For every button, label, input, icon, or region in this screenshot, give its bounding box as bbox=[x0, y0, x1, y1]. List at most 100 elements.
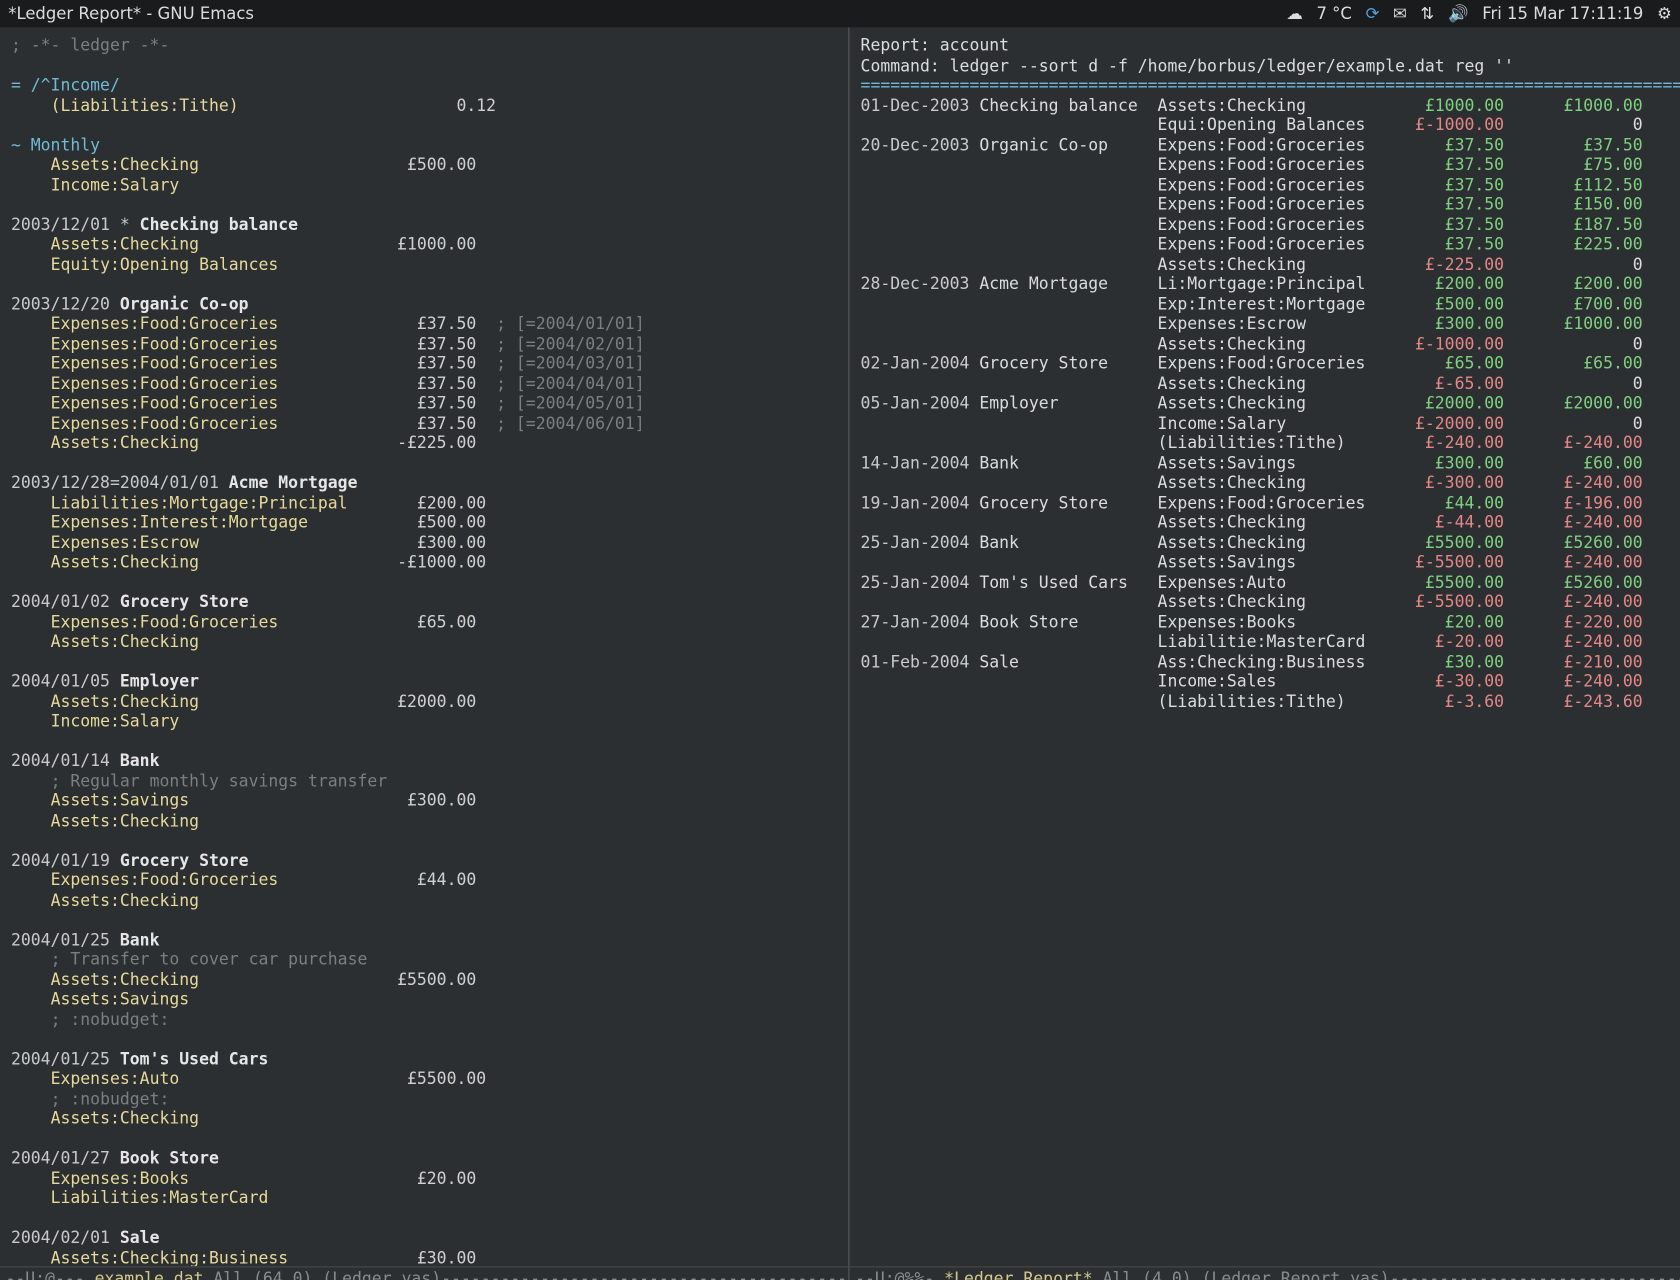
report-line: Exp:Interest:Mortgage £500.00 £700.00 bbox=[861, 294, 1669, 314]
source-line[interactable]: Expenses:Food:Groceries £37.50 ; [=2004/… bbox=[11, 373, 837, 393]
report-line: Expens:Food:Groceries £37.50 £225.00 bbox=[861, 234, 1669, 254]
weather-text: 7 °C bbox=[1316, 4, 1351, 23]
source-line[interactable]: Income:Salary bbox=[11, 711, 837, 731]
source-line[interactable]: 2003/12/28=2004/01/01 Acme Mortgage bbox=[11, 473, 837, 493]
buffer-ledger-report[interactable]: Report: accountCommand: ledger --sort d … bbox=[850, 27, 1680, 711]
modeline-right: --U:@%%- *Ledger Report* All (4,0) (Ledg… bbox=[850, 1266, 1680, 1280]
modeline-dashes: ----------------------------------------… bbox=[441, 1269, 848, 1280]
source-line[interactable]: 2004/01/27 Book Store bbox=[11, 1148, 837, 1168]
source-line[interactable]: 2004/01/05 Employer bbox=[11, 671, 837, 691]
source-line[interactable]: Assets:Savings £300.00 bbox=[11, 791, 837, 811]
report-line: Assets:Checking £-44.00 £-240.00 bbox=[861, 512, 1669, 532]
settings-icon[interactable]: ⚙ bbox=[1657, 4, 1672, 23]
report-line: (Liabilities:Tithe) £-240.00 £-240.00 bbox=[861, 433, 1669, 453]
clock: Fri 15 Mar 17:11:19 bbox=[1482, 4, 1643, 23]
source-line[interactable] bbox=[11, 195, 837, 215]
report-line: Assets:Checking £-5500.00 £-240.00 bbox=[861, 592, 1669, 612]
volume-icon[interactable]: 🔊 bbox=[1448, 4, 1468, 23]
source-line[interactable]: Expenses:Food:Groceries £37.50 ; [=2004/… bbox=[11, 413, 837, 433]
window-title: *Ledger Report* - GNU Emacs bbox=[8, 4, 254, 23]
source-line[interactable]: 2004/01/25 Tom's Used Cars bbox=[11, 1049, 837, 1069]
source-line[interactable] bbox=[11, 1208, 837, 1228]
source-line[interactable]: 2004/01/02 Grocery Store bbox=[11, 592, 837, 612]
source-line[interactable]: Expenses:Auto £5500.00 bbox=[11, 1069, 837, 1089]
source-line[interactable]: Expenses:Escrow £300.00 bbox=[11, 532, 837, 552]
refresh-icon[interactable]: ⟳ bbox=[1366, 4, 1380, 23]
source-line[interactable]: Assets:Checking bbox=[11, 811, 837, 831]
source-line[interactable]: Expenses:Food:Groceries £37.50 ; [=2004/… bbox=[11, 314, 837, 334]
emacs-frame: *Ledger Report* - GNU Emacs ☁ 7 °C ⟳ ✉ ⇅… bbox=[0, 0, 1680, 1280]
source-line[interactable] bbox=[11, 572, 837, 592]
source-line[interactable]: Assets:Checking £2000.00 bbox=[11, 691, 837, 711]
report-line: 02-Jan-2004 Grocery Store Expens:Food:Gr… bbox=[861, 354, 1669, 374]
source-line[interactable] bbox=[11, 1128, 837, 1148]
pane-ledger-report[interactable]: Report: accountCommand: ledger --sort d … bbox=[850, 27, 1680, 1280]
source-line[interactable]: Expenses:Food:Groceries £37.50 ; [=2004/… bbox=[11, 393, 837, 413]
source-line[interactable]: Assets:Checking bbox=[11, 632, 837, 652]
source-line[interactable]: Expenses:Food:Groceries £44.00 bbox=[11, 870, 837, 890]
buffer-ledger-source[interactable]: ; -*- ledger -*- = /^Income/ (Liabilities… bbox=[0, 27, 848, 1280]
source-line[interactable]: Assets:Checking bbox=[11, 1109, 837, 1129]
source-line[interactable]: Liabilities:Mortgage:Principal £200.00 bbox=[11, 493, 837, 513]
report-line: Report: account bbox=[861, 36, 1669, 56]
source-line[interactable] bbox=[11, 652, 837, 672]
source-line[interactable]: Expenses:Food:Groceries £37.50 ; [=2004/… bbox=[11, 354, 837, 374]
report-line: 01-Dec-2003 Checking balance Assets:Chec… bbox=[861, 95, 1669, 115]
source-line[interactable]: Assets:Checking -£225.00 bbox=[11, 433, 837, 453]
source-line[interactable]: ; :nobudget: bbox=[11, 1089, 837, 1109]
source-line[interactable] bbox=[11, 731, 837, 751]
modeline-prefix: --U:@%%- bbox=[855, 1269, 944, 1280]
source-line[interactable]: (Liabilities:Tithe) 0.12 bbox=[11, 95, 837, 115]
report-line: Liabilitie:MasterCard £-20.00 £-240.00 bbox=[861, 632, 1669, 652]
source-line[interactable]: Expenses:Food:Groceries £65.00 bbox=[11, 612, 837, 632]
mail-icon[interactable]: ✉ bbox=[1393, 4, 1407, 23]
report-line: 25-Jan-2004 Tom's Used Cars Expenses:Aut… bbox=[861, 572, 1669, 592]
source-line[interactable]: Assets:Checking:Business £30.00 bbox=[11, 1248, 837, 1268]
source-line[interactable]: Expenses:Interest:Mortgage £500.00 bbox=[11, 512, 837, 532]
pane-ledger-source[interactable]: ; -*- ledger -*- = /^Income/ (Liabilities… bbox=[0, 27, 850, 1280]
report-line: Expens:Food:Groceries £37.50 £112.50 bbox=[861, 175, 1669, 195]
source-line[interactable]: 2004/01/19 Grocery Store bbox=[11, 850, 837, 870]
source-line[interactable] bbox=[11, 1029, 837, 1049]
source-line[interactable]: ; -*- ledger -*- bbox=[11, 36, 837, 56]
source-line[interactable]: Income:Salary bbox=[11, 175, 837, 195]
report-line: Expenses:Escrow £300.00 £1000.00 bbox=[861, 314, 1669, 334]
source-line[interactable]: Assets:Savings bbox=[11, 989, 837, 1009]
desktop-topbar: *Ledger Report* - GNU Emacs ☁ 7 °C ⟳ ✉ ⇅… bbox=[0, 0, 1680, 27]
report-line: 25-Jan-2004 Bank Assets:Checking £5500.0… bbox=[861, 532, 1669, 552]
source-line[interactable]: 2004/02/01 Sale bbox=[11, 1228, 837, 1248]
source-line[interactable]: = /^Income/ bbox=[11, 75, 837, 95]
source-line[interactable]: 2003/12/01 * Checking balance bbox=[11, 214, 837, 234]
weather-icon: ☁ bbox=[1286, 4, 1302, 23]
source-line[interactable] bbox=[11, 830, 837, 850]
source-line[interactable]: ; Transfer to cover car purchase bbox=[11, 950, 837, 970]
source-line[interactable]: Liabilities:MasterCard bbox=[11, 1188, 837, 1208]
source-line[interactable]: Assets:Checking £500.00 bbox=[11, 155, 837, 175]
source-line[interactable]: ~ Monthly bbox=[11, 135, 837, 155]
source-line[interactable] bbox=[11, 910, 837, 930]
source-line[interactable]: Expenses:Food:Groceries £37.50 ; [=2004/… bbox=[11, 334, 837, 354]
source-line[interactable] bbox=[11, 274, 837, 294]
report-line: 01-Feb-2004 Sale Ass:Checking:Business £… bbox=[861, 652, 1669, 672]
source-line[interactable] bbox=[11, 453, 837, 473]
source-line[interactable]: Assets:Checking £1000.00 bbox=[11, 234, 837, 254]
report-line: Expens:Food:Groceries £37.50 £150.00 bbox=[861, 195, 1669, 215]
source-line[interactable]: 2004/01/25 Bank bbox=[11, 930, 837, 950]
source-line[interactable] bbox=[11, 55, 837, 75]
source-line[interactable]: Equity:Opening Balances bbox=[11, 254, 837, 274]
source-line[interactable]: Expenses:Books £20.00 bbox=[11, 1168, 837, 1188]
source-line[interactable] bbox=[11, 115, 837, 135]
source-line[interactable]: ; :nobudget: bbox=[11, 1009, 837, 1029]
source-line[interactable]: Assets:Checking -£1000.00 bbox=[11, 552, 837, 572]
source-line[interactable]: Assets:Checking bbox=[11, 890, 837, 910]
modeline-buffer-name: example.dat bbox=[95, 1269, 204, 1280]
source-line[interactable]: 2003/12/20 Organic Co-op bbox=[11, 294, 837, 314]
report-line: ========================================… bbox=[861, 75, 1669, 95]
report-line: Equi:Opening Balances £-1000.00 0 bbox=[861, 115, 1669, 135]
source-line[interactable]: Assets:Checking £5500.00 bbox=[11, 969, 837, 989]
network-icon[interactable]: ⇅ bbox=[1421, 4, 1435, 23]
source-line[interactable]: 2004/01/14 Bank bbox=[11, 751, 837, 771]
source-line[interactable]: ; Regular monthly savings transfer bbox=[11, 771, 837, 791]
report-line: Assets:Checking £-225.00 0 bbox=[861, 254, 1669, 274]
modeline-position: All (64,0) (Ledger yas) bbox=[204, 1269, 442, 1280]
